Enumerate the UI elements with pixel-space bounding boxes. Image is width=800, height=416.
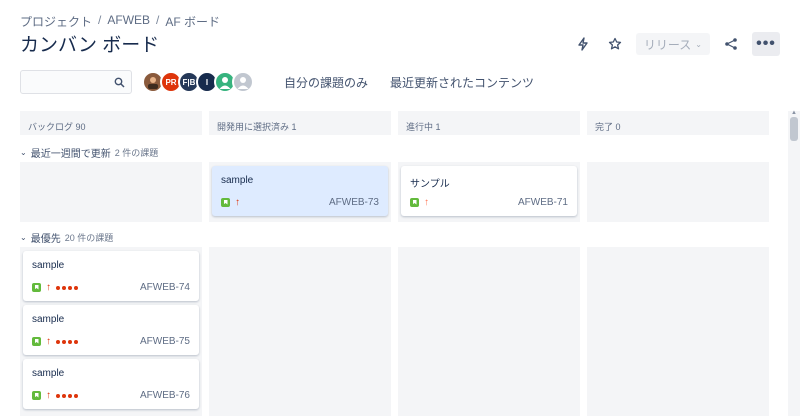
issue-card[interactable]: sample ↑ AFWEB-74 <box>23 251 199 301</box>
avatar-group: PR F|B I <box>142 71 254 93</box>
rank-dots-icon <box>56 285 78 290</box>
scroll-up-icon[interactable]: ▲ <box>791 110 797 116</box>
card-title: sample <box>32 260 65 271</box>
card-title: sample <box>32 368 65 379</box>
story-icon <box>32 391 41 400</box>
priority-highest-icon: ↑ <box>46 336 51 347</box>
swimlane-count: 2 件の課題 <box>114 148 159 158</box>
breadcrumb: プロジェクト / AFWEB / AF ボード <box>20 13 220 30</box>
chevron-down-icon: ⌄ <box>695 39 702 49</box>
lane-cell: サンプル ↑ AFWEB-71 <box>398 162 580 222</box>
scrollbar-thumb[interactable] <box>790 117 798 141</box>
lane-cell <box>587 162 769 222</box>
recently-updated-filter[interactable]: 最近更新されたコンテンツ <box>390 74 534 91</box>
card-meta: ↑ <box>221 197 240 208</box>
search-input[interactable] <box>20 70 132 94</box>
issue-key: AFWEB-71 <box>517 197 568 208</box>
search-icon <box>114 75 125 93</box>
card-meta: ↑ <box>32 390 78 401</box>
lane-cell <box>20 162 202 222</box>
column-header-in-progress: 進行中 1 <box>398 111 580 135</box>
column-header-done: 完了 0 <box>587 111 769 135</box>
avatar[interactable] <box>232 71 254 93</box>
only-my-issues-filter[interactable]: 自分の課題のみ <box>284 74 368 91</box>
issue-key: AFWEB-73 <box>328 197 379 208</box>
card-meta: ↑ <box>410 197 429 208</box>
issue-key: AFWEB-74 <box>139 282 190 293</box>
swimlane-header-highest[interactable]: ⌄ 最優先 20 件の課題 <box>20 230 113 245</box>
breadcrumb-board[interactable]: AF ボード <box>165 13 220 30</box>
story-icon <box>32 283 41 292</box>
story-icon <box>32 337 41 346</box>
lane-cell <box>398 247 580 416</box>
more-button[interactable]: ••• <box>752 32 780 56</box>
swimlane-header-recent[interactable]: ⌄ 最近一週間で更新 2 件の課題 <box>20 145 158 160</box>
chevron-down-icon: ⌄ <box>20 233 27 242</box>
lane-cell: sample ↑ AFWEB-73 <box>209 162 391 222</box>
issue-card[interactable]: サンプル ↑ AFWEB-71 <box>401 166 577 216</box>
swimlane-label: 最優先 <box>30 234 61 245</box>
column-count: 90 <box>75 122 86 132</box>
card-title: sample <box>32 314 65 325</box>
story-icon <box>221 198 230 207</box>
story-icon <box>410 198 419 207</box>
column-name: 開発用に選択済み <box>217 122 290 132</box>
column-name: バックログ <box>28 122 74 132</box>
breadcrumb-separator: / <box>156 13 160 27</box>
column-header-selected: 開発用に選択済み 1 <box>209 111 391 135</box>
breadcrumb-projects[interactable]: プロジェクト <box>20 13 92 30</box>
card-meta: ↑ <box>32 282 78 293</box>
breadcrumb-project[interactable]: AFWEB <box>107 13 150 30</box>
column-header-backlog: バックログ 90 <box>20 111 202 135</box>
release-label: リリース <box>643 37 692 52</box>
issue-card[interactable]: sample ↑ AFWEB-75 <box>23 305 199 355</box>
priority-highest-icon: ↑ <box>46 282 51 293</box>
issue-card[interactable]: sample ↑ AFWEB-76 <box>23 359 199 409</box>
issue-key: AFWEB-76 <box>139 390 190 401</box>
rank-dots-icon <box>56 393 78 398</box>
chevron-down-icon: ⌄ <box>20 148 27 157</box>
star-icon[interactable] <box>604 33 626 55</box>
column-count: 0 <box>615 122 621 132</box>
priority-high-icon: ↑ <box>424 197 429 208</box>
swimlane-count: 20 件の課題 <box>64 233 114 243</box>
breadcrumb-separator: / <box>98 13 102 27</box>
rank-dots-icon <box>56 339 78 344</box>
card-meta: ↑ <box>32 336 78 347</box>
filter-bar: PR F|B I 自分の課題のみ 最近更新されたコンテンツ <box>20 70 534 94</box>
vertical-scrollbar[interactable]: ▲ <box>788 110 800 416</box>
lane-cell: sample ↑ AFWEB-74 sample ↑ AFWEB-75 samp… <box>20 247 202 416</box>
card-title: sample <box>221 175 254 186</box>
header-actions: リリース ⌄ ••• <box>572 32 780 56</box>
swimlane-label: 最近一週間で更新 <box>30 149 111 160</box>
issue-card[interactable]: sample ↑ AFWEB-73 <box>212 166 388 216</box>
priority-high-icon: ↑ <box>235 197 240 208</box>
column-count: 1 <box>435 122 441 132</box>
page-title: カンバン ボード <box>20 35 160 56</box>
priority-highest-icon: ↑ <box>46 390 51 401</box>
lane-cell <box>209 247 391 416</box>
share-icon[interactable] <box>720 33 742 55</box>
release-button[interactable]: リリース ⌄ <box>635 33 710 55</box>
card-title: サンプル <box>410 179 450 190</box>
column-count: 1 <box>291 122 297 132</box>
column-name: 完了 <box>595 122 614 132</box>
lightning-icon[interactable] <box>572 33 594 55</box>
column-name: 進行中 <box>406 122 434 132</box>
issue-key: AFWEB-75 <box>139 336 190 347</box>
lane-cell <box>587 247 769 416</box>
